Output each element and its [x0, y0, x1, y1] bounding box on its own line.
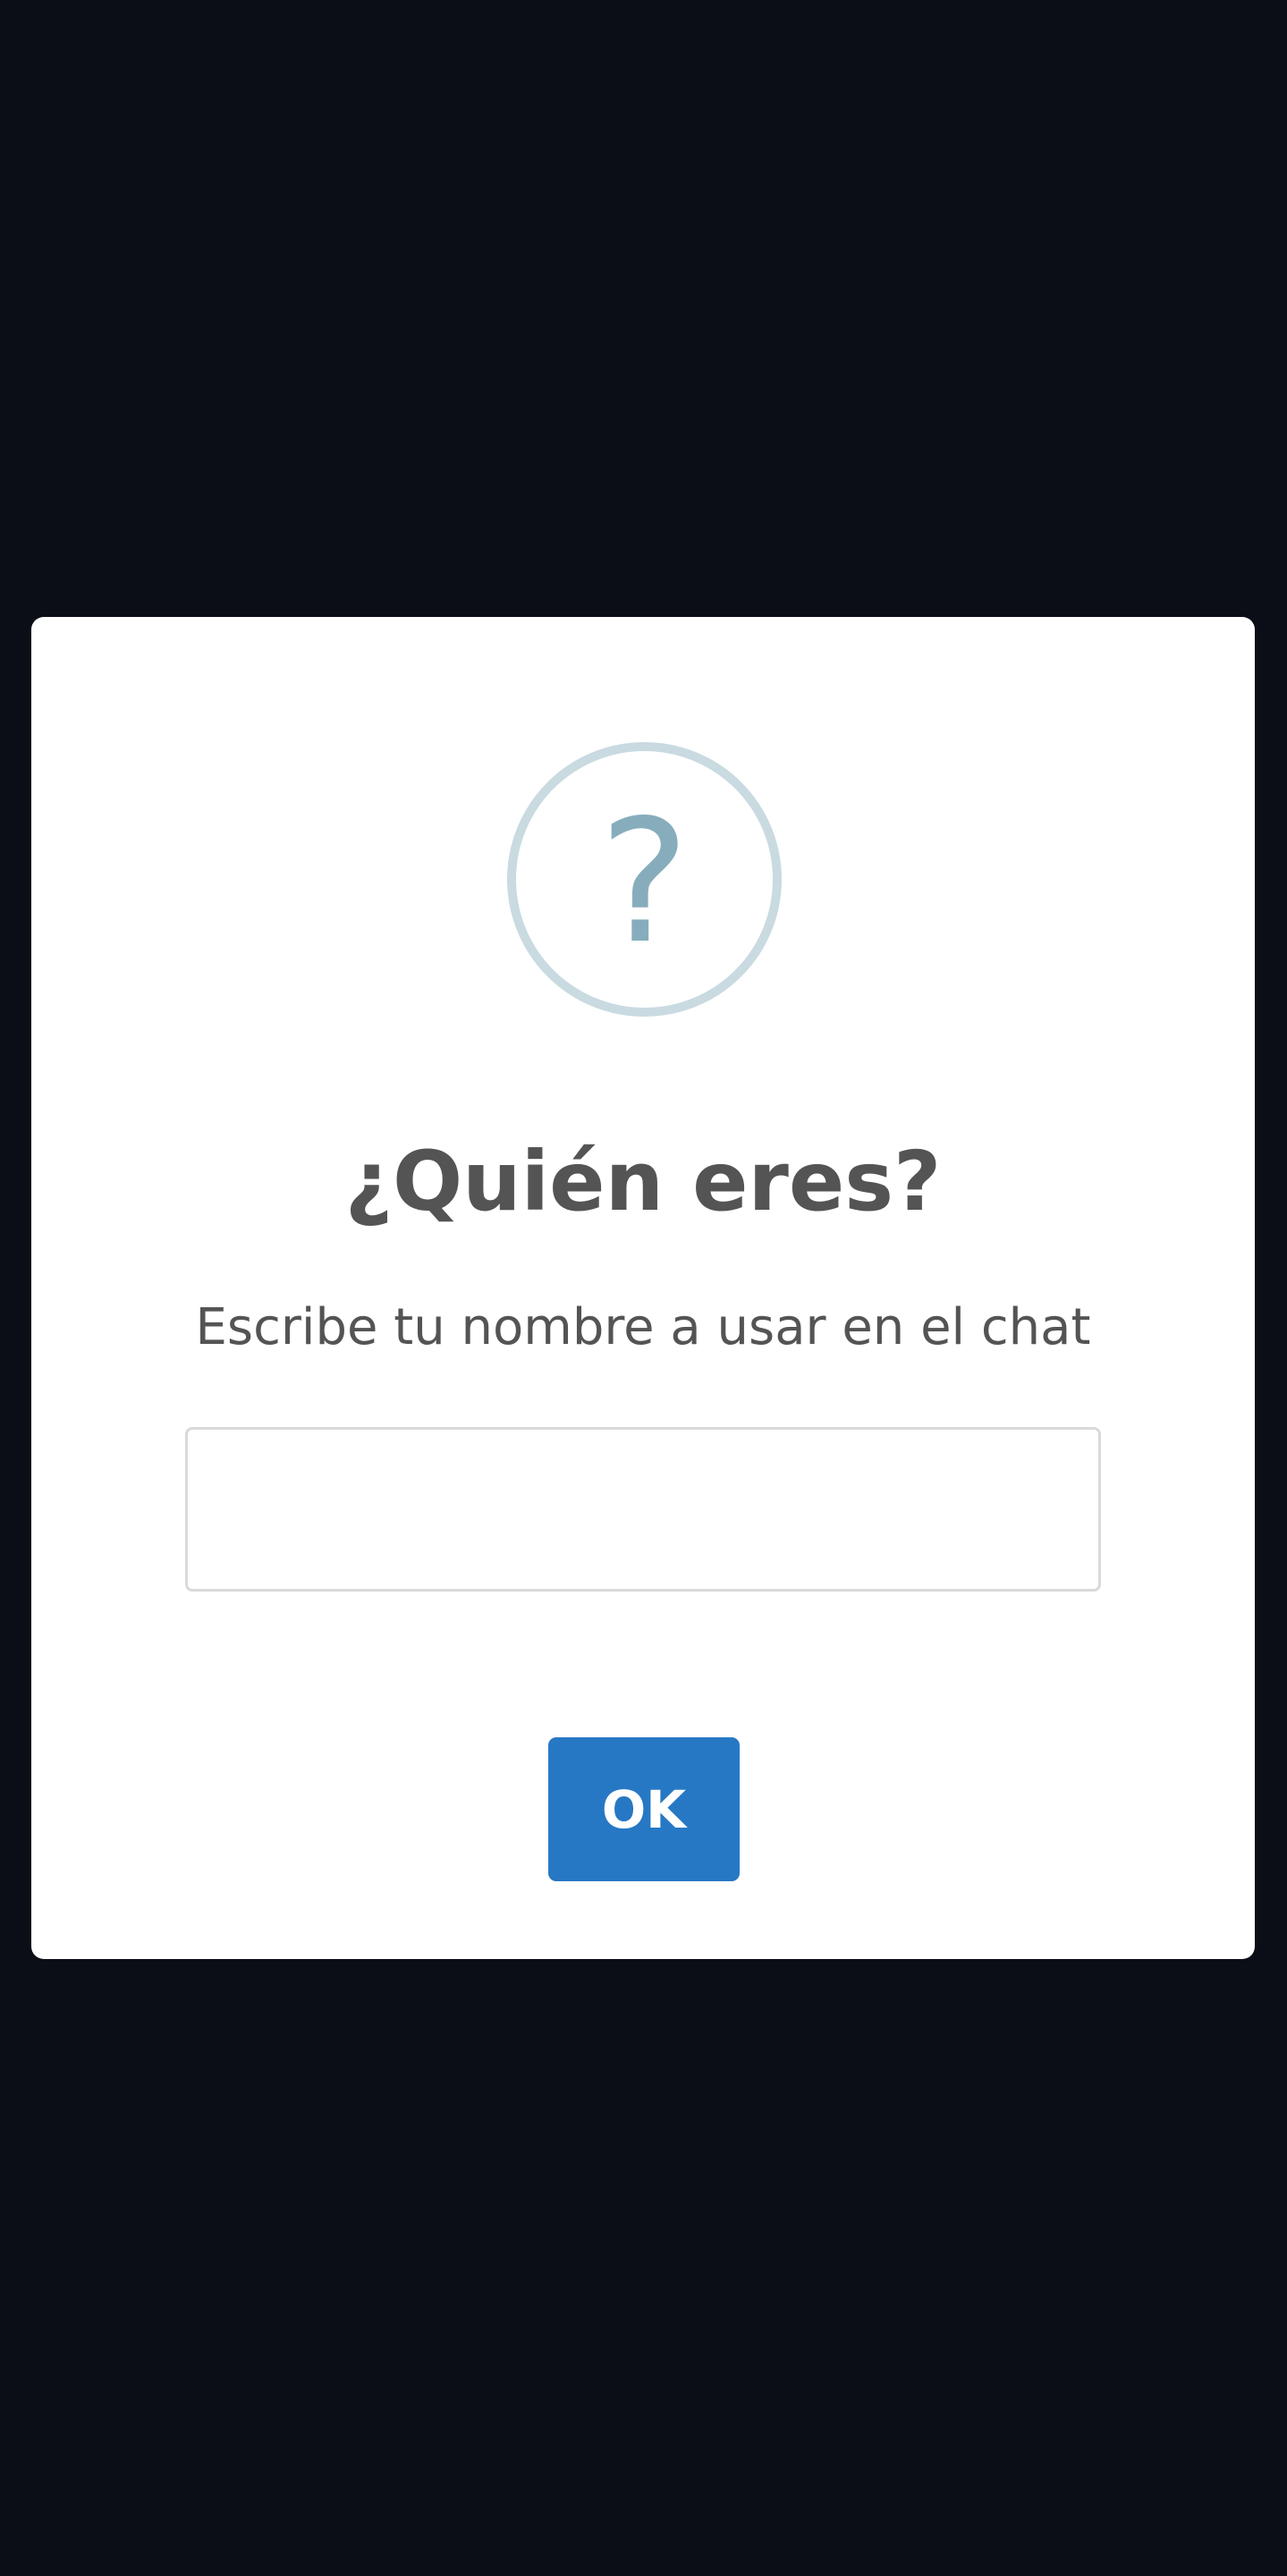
name-input[interactable] — [185, 1427, 1101, 1592]
dialog-message: Escribe tu nombre a usar en el chat — [195, 1298, 1091, 1356]
question-icon-glyph: ? — [599, 782, 690, 981]
ok-button[interactable]: OK — [548, 1737, 740, 1881]
dialog-title: ¿Quién eres? — [344, 1134, 942, 1229]
question-icon: ? — [507, 742, 782, 1017]
prompt-dialog: ? ¿Quién eres? Escribe tu nombre a usar … — [31, 617, 1255, 1959]
